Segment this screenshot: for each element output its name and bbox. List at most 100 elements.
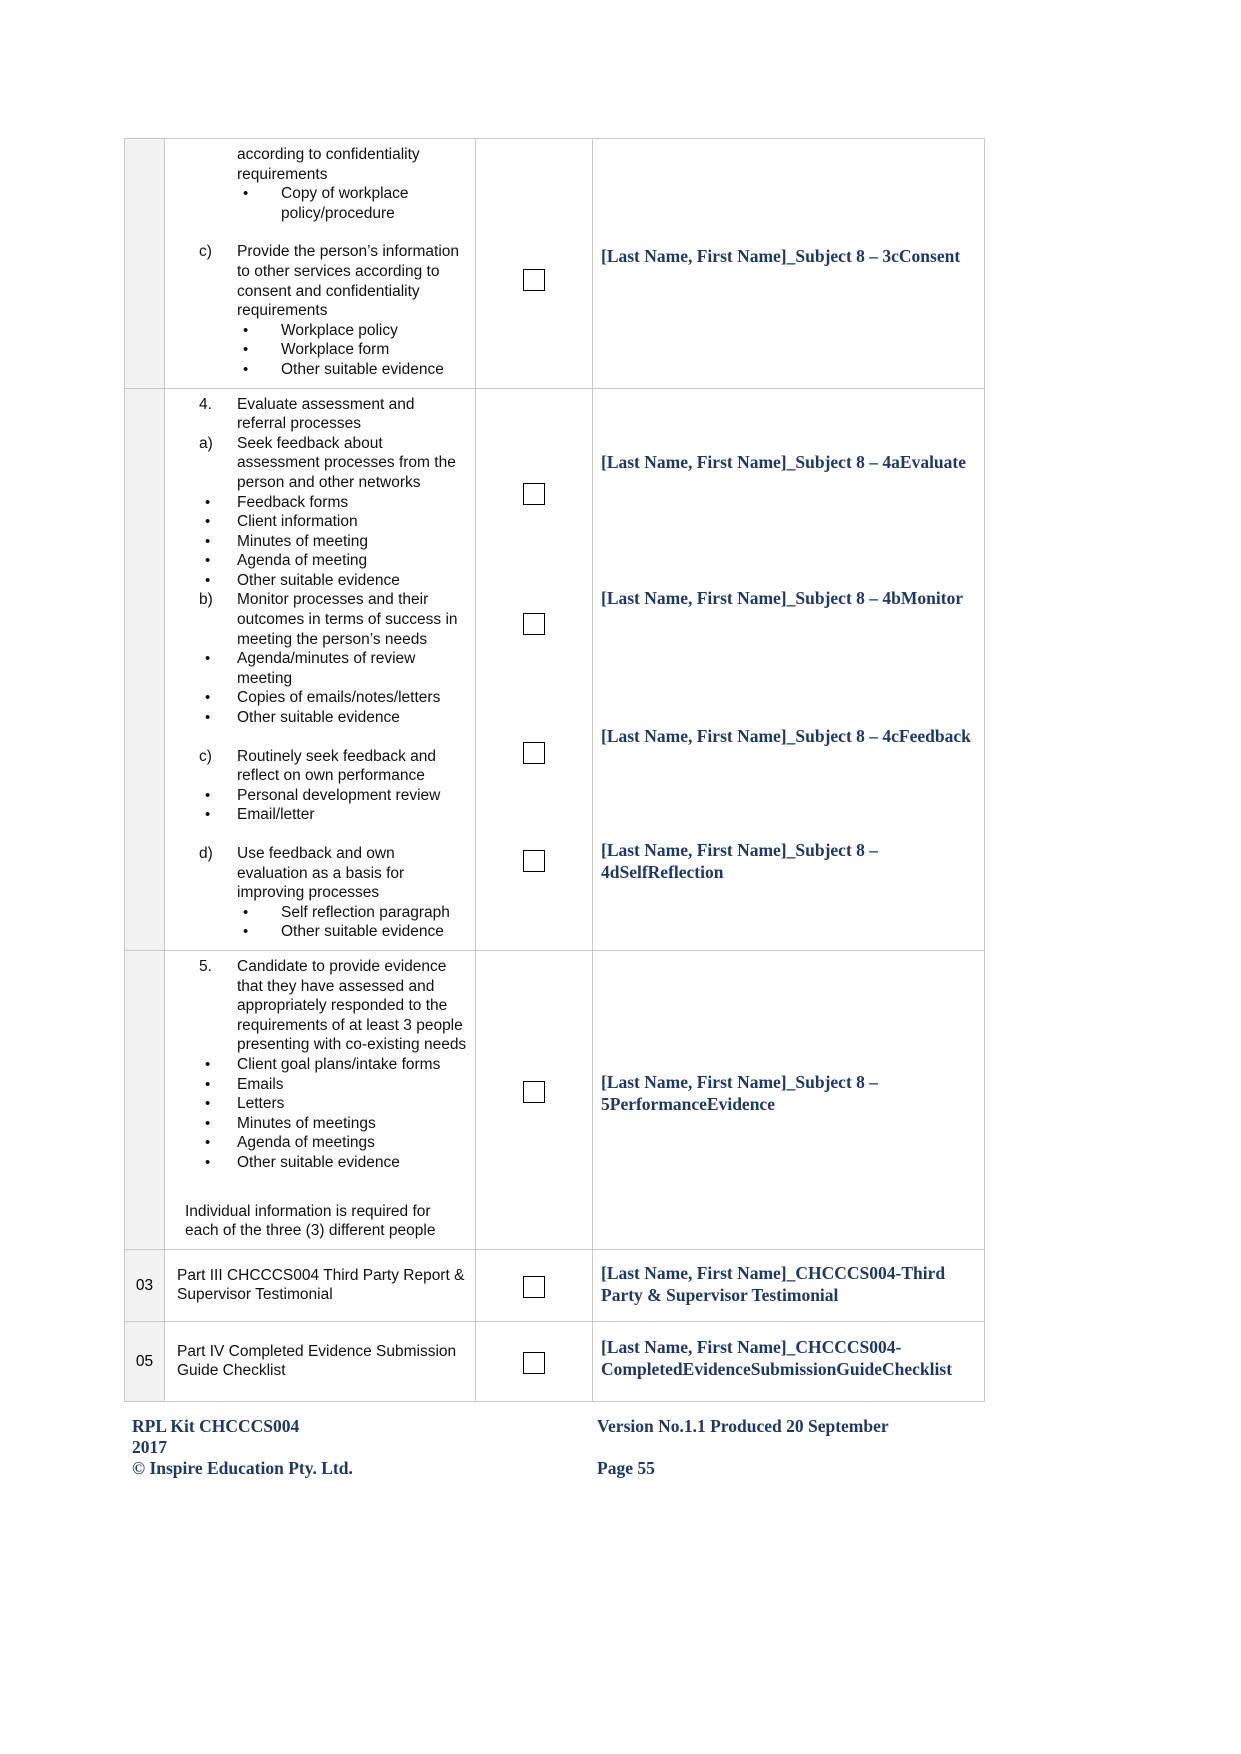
list-item-label: Candidate to provide evidence that they … [237, 957, 467, 1054]
list-item: d) Use feedback and own evaluation as a … [199, 844, 467, 903]
list-item: Feedback forms [205, 493, 467, 513]
note-text: Individual information is required for e… [185, 1202, 436, 1240]
list-marker: d) [199, 845, 213, 862]
footer-kit-title: RPL Kit CHCCCS004 [132, 1416, 300, 1436]
list-item-label: Copies of emails/notes/letters [237, 689, 441, 707]
list-item-label: Feedback forms [237, 493, 349, 511]
filename-label: [Last Name, First Name]_Subject 8 – 4aEv… [601, 451, 967, 472]
submission-checkbox[interactable] [523, 1080, 545, 1103]
checkbox-wrapper [476, 1250, 592, 1298]
list-item: Email/letter [205, 805, 467, 825]
list-item: b) Monitor processes and their outcomes … [199, 590, 467, 649]
submission-checkbox[interactable] [523, 1351, 545, 1374]
row-number-cell: 05 [124, 1320, 165, 1403]
row-description-text: Part IV Completed Evidence Submission Gu… [177, 1342, 457, 1380]
bullet-icon [205, 532, 237, 552]
list-item: Copy of workplace policy/procedure [243, 184, 467, 223]
table-row: according to confidentiality requirement… [124, 138, 985, 389]
list-item-label: Copy of workplace policy/procedure [281, 185, 409, 222]
list-item: Agenda of meeting [205, 551, 467, 571]
bullet-icon [205, 1153, 237, 1173]
list-item: Client goal plans/intake forms [205, 1055, 467, 1075]
bullet-icon [205, 805, 237, 825]
list-item: Minutes of meeting [205, 532, 467, 552]
list-marker: c) [199, 747, 212, 765]
list-item: a) Seek feedback about assessment proces… [199, 434, 467, 493]
row-number-cell [124, 138, 165, 389]
footer-page-number: Page 55 [597, 1458, 655, 1478]
submission-checkbox[interactable] [523, 741, 545, 764]
list-item-label: Monitor processes and their outcomes in … [237, 591, 458, 648]
filename-label: [Last Name, First Name]_Subject 8 – 4cFe… [601, 725, 971, 746]
row-description-cell: Part III CHCCCS004 Third Party Report & … [164, 1248, 476, 1322]
evidence-submission-table: according to confidentiality requirement… [124, 138, 985, 1403]
list-item-label: Personal development review [237, 786, 441, 804]
list-item: Agenda/minutes of review meeting [205, 649, 467, 688]
filename-label: [Last Name, First Name]_Subject 8 – 4dSe… [601, 839, 879, 882]
bullet-icon [243, 360, 281, 380]
list-item: 5. Candidate to provide evidence that th… [199, 957, 467, 1055]
page-footer: RPL Kit CHCCCS004 Version No.1.1 Produce… [132, 1416, 1012, 1479]
list-item-label: Workplace policy [281, 321, 398, 339]
submission-checkbox[interactable] [523, 1275, 545, 1298]
list-item-label: Client information [237, 513, 358, 531]
list-item-label: Other suitable evidence [281, 360, 444, 378]
submission-checkbox[interactable] [523, 849, 545, 872]
list-item: Personal development review [205, 786, 467, 806]
submission-checkbox[interactable] [523, 612, 545, 635]
filename-label: [Last Name, First Name]_CHCCCS004-Comple… [601, 1336, 953, 1379]
list-item-label: Minutes of meetings [237, 1114, 376, 1132]
list-item-label: Other suitable evidence [237, 709, 400, 727]
list-item: Emails [205, 1075, 467, 1095]
table-row: 03 Part III CHCCCS004 Third Party Report… [124, 1248, 985, 1322]
row-filename-cell: [Last Name, First Name]_CHCCCS004-Comple… [592, 1320, 985, 1403]
list-item: Self reflection paragraph [243, 903, 467, 923]
footer-line-3: © Inspire Education Pty. Ltd. Page 55 [132, 1458, 1012, 1479]
row-number-cell: 03 [124, 1248, 165, 1322]
checkbox-wrapper [476, 951, 592, 1103]
list-item-label: Workplace form [281, 341, 390, 359]
list-item-label: Provide the person’s information to othe… [237, 243, 460, 320]
footer-year: 2017 [132, 1437, 167, 1457]
list-marker: 4. [199, 395, 212, 413]
bullet-icon [205, 512, 237, 532]
table-row: 05 Part IV Completed Evidence Submission… [124, 1320, 985, 1403]
list-item-label: Evaluate assessment and referral process… [237, 395, 415, 433]
description-content: 5. Candidate to provide evidence that th… [165, 951, 475, 1249]
bullet-icon [205, 688, 237, 708]
list-item: Client information [205, 512, 467, 532]
list-item-label: Minutes of meeting [237, 532, 368, 550]
bullet-icon [205, 493, 237, 513]
bullet-icon [205, 708, 237, 728]
row-filename-cell: [Last Name, First Name]_CHCCCS004-Third … [592, 1248, 985, 1322]
continuation-line: according to confidentiality [237, 146, 420, 163]
bullet-icon [205, 571, 237, 591]
list-item: Copies of emails/notes/letters [205, 688, 467, 708]
list-item: Other suitable evidence [205, 708, 467, 728]
list-item-label: Routinely seek feedback and reflect on o… [237, 747, 437, 785]
table-row: 5. Candidate to provide evidence that th… [124, 949, 985, 1250]
bullet-icon [205, 1133, 237, 1153]
row-filename-cell: [Last Name, First Name]_Subject 8 – 3cCo… [592, 138, 985, 389]
row-number-cell [124, 387, 165, 951]
list-item-label: Use feedback and own evaluation as a bas… [237, 845, 405, 902]
submission-checkbox[interactable] [523, 269, 545, 291]
row-description-cell: 5. Candidate to provide evidence that th… [164, 949, 476, 1250]
list-marker: a) [199, 434, 213, 452]
list-item-label: Letters [237, 1095, 285, 1113]
row-description-cell: 4. Evaluate assessment and referral proc… [164, 387, 476, 951]
list-item: 4. Evaluate assessment and referral proc… [199, 395, 467, 434]
bullet-icon [243, 922, 281, 942]
list-item-label: Client goal plans/intake forms [237, 1055, 441, 1073]
submission-checkbox[interactable] [523, 482, 545, 505]
bullet-icon [205, 1055, 237, 1075]
checkbox-wrapper [476, 139, 592, 291]
list-item: Workplace policy [243, 321, 467, 341]
row-description-cell: according to confidentiality requirement… [164, 138, 476, 389]
row-filename-cell: [Last Name, First Name]_Subject 8 – 5Per… [592, 949, 985, 1250]
